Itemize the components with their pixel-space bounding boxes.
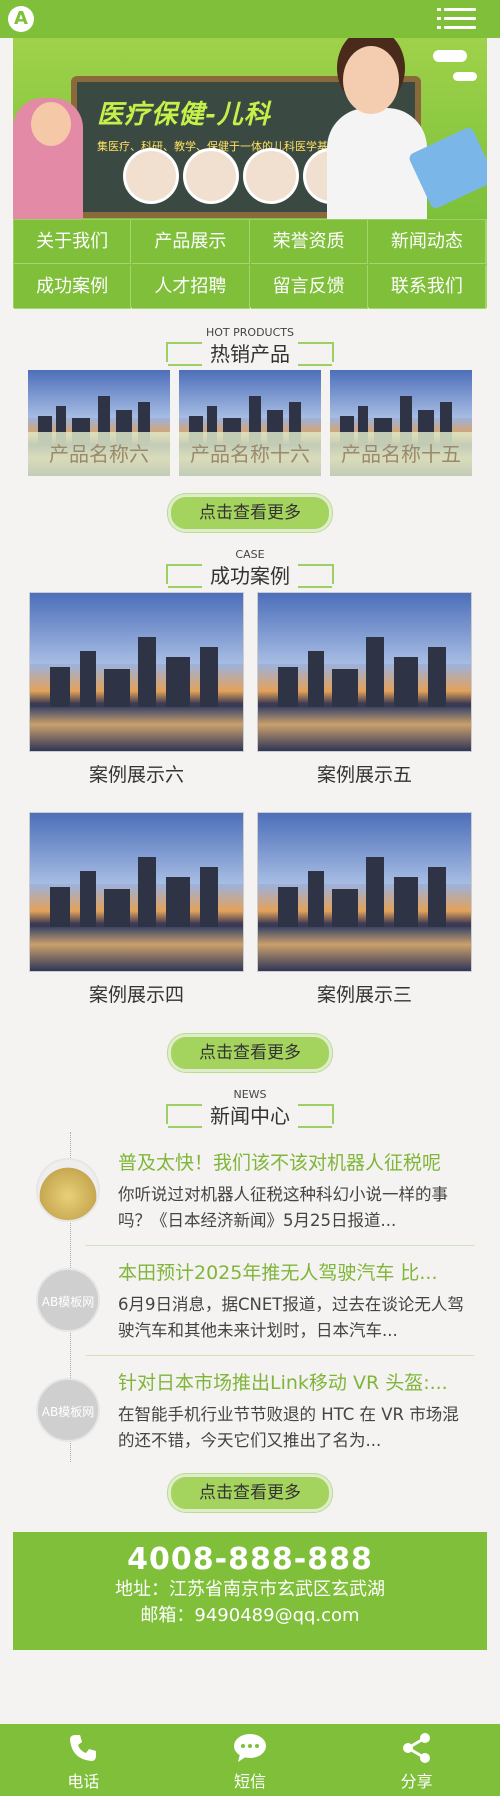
news-title[interactable]: 针对日本市场推出Link移动 VR 头盔:... bbox=[118, 1368, 474, 1395]
case-name: 案例展示三 bbox=[316, 984, 412, 1006]
product-name: 产品名称十六 bbox=[179, 432, 321, 476]
product-name: 产品名称十五 bbox=[330, 432, 472, 476]
banner[interactable]: 医疗保健-儿科 集医疗、科研、教学、保健于一体的儿科医学基地 bbox=[13, 38, 487, 219]
logo[interactable]: A bbox=[8, 6, 34, 32]
section-title-cn: 成功案例 bbox=[210, 564, 290, 588]
news-thumbnail: AB模板网 bbox=[36, 1268, 100, 1332]
case-name: 案例展示六 bbox=[88, 764, 184, 786]
nav-item-honors[interactable]: 荣誉资质 bbox=[250, 220, 368, 264]
case-card[interactable]: 案例展示四 bbox=[29, 812, 244, 1006]
news-title[interactable]: 普及太快！我们该不该对机器人征税呢 bbox=[118, 1148, 474, 1175]
product-card[interactable]: 产品名称十六 bbox=[179, 370, 321, 476]
nav-item-about[interactable]: 关于我们 bbox=[14, 220, 132, 264]
news-thumbnail: AB模板网 bbox=[36, 1378, 100, 1442]
call-button[interactable]: 电话 bbox=[0, 1724, 167, 1796]
case-card[interactable]: 案例展示六 bbox=[29, 592, 244, 786]
news-heading: NEWS 新闻中心 bbox=[0, 1088, 500, 1128]
nav-item-cases[interactable]: 成功案例 bbox=[14, 265, 132, 309]
case-card[interactable]: 案例展示三 bbox=[257, 812, 472, 1006]
nav-item-contact[interactable]: 联系我们 bbox=[368, 265, 486, 309]
call-label: 电话 bbox=[67, 1772, 100, 1791]
more-news-button[interactable]: 点击查看更多 bbox=[168, 1474, 332, 1512]
menu-icon[interactable] bbox=[444, 8, 476, 30]
more-products-button[interactable]: 点击查看更多 bbox=[168, 494, 332, 532]
nav-item-news[interactable]: 新闻动态 bbox=[368, 220, 486, 264]
product-card[interactable]: 产品名称十五 bbox=[330, 370, 472, 476]
main-nav: 关于我们 产品展示 荣誉资质 新闻动态 成功案例 人才招聘 留言反馈 联系我们 bbox=[13, 219, 487, 309]
message-icon bbox=[234, 1734, 266, 1762]
case-card[interactable]: 案例展示五 bbox=[257, 592, 472, 786]
nurse-figure bbox=[317, 38, 427, 219]
section-title-cn: 热销产品 bbox=[210, 342, 290, 366]
banner-title: 医疗保健-儿科 bbox=[97, 100, 271, 130]
cases-heading: CASE 成功案例 bbox=[0, 548, 500, 588]
email[interactable]: 邮箱：9490489@qq.com bbox=[13, 1603, 487, 1629]
sms-button[interactable]: 短信 bbox=[167, 1724, 334, 1796]
news-summary: 你听说过对机器人征税这种科幻小说一样的事吗？《日本经济新闻》5月25日报道... bbox=[118, 1185, 448, 1230]
case-image bbox=[29, 592, 244, 752]
contact-panel: 4008-888-888 地址：江苏省南京市玄武区玄武湖 邮箱：9490489@… bbox=[13, 1532, 487, 1650]
phone-number[interactable]: 4008-888-888 bbox=[13, 1542, 487, 1577]
product-card[interactable]: 产品名称六 bbox=[28, 370, 170, 476]
case-image bbox=[257, 812, 472, 972]
case-name: 案例展示五 bbox=[316, 764, 412, 786]
nav-item-products[interactable]: 产品展示 bbox=[132, 220, 250, 264]
hot-products-heading: HOT PRODUCTS 热销产品 bbox=[0, 326, 500, 366]
news-item[interactable]: 普及太快！我们该不该对机器人征税呢 你听说过对机器人征税这种科幻小说一样的事吗？… bbox=[0, 1136, 500, 1246]
news-summary: 6月9日消息，据CNET报道，过去在谈论无人驾驶汽车和其他未来计划时，日本汽车.… bbox=[118, 1295, 464, 1340]
bottom-toolbar: 电话 短信 分享 bbox=[0, 1724, 500, 1796]
share-icon bbox=[402, 1733, 430, 1763]
more-cases-button[interactable]: 点击查看更多 bbox=[168, 1034, 332, 1072]
news-title[interactable]: 本田预计2025年推无人驾驶汽车 比... bbox=[118, 1258, 474, 1285]
share-button[interactable]: 分享 bbox=[333, 1724, 500, 1796]
case-name: 案例展示四 bbox=[88, 984, 184, 1006]
news-summary: 在智能手机行业节节败退的 HTC 在 VR 市场混的还不错，今天它们又推出了名为… bbox=[118, 1405, 459, 1450]
nav-item-jobs[interactable]: 人才招聘 bbox=[132, 265, 250, 309]
top-bar: A bbox=[0, 0, 500, 38]
address: 地址：江苏省南京市玄武区玄武湖 bbox=[115, 1579, 385, 1600]
case-image bbox=[29, 812, 244, 972]
product-name: 产品名称六 bbox=[28, 432, 170, 476]
sms-label: 短信 bbox=[234, 1772, 267, 1791]
case-image bbox=[257, 592, 472, 752]
nav-item-feedback[interactable]: 留言反馈 bbox=[250, 265, 368, 309]
news-item[interactable]: AB模板网 本田预计2025年推无人驾驶汽车 比... 6月9日消息，据CNET… bbox=[0, 1246, 500, 1356]
share-label: 分享 bbox=[400, 1772, 433, 1791]
phone-icon bbox=[70, 1735, 97, 1761]
news-thumbnail bbox=[36, 1158, 100, 1222]
news-item[interactable]: AB模板网 针对日本市场推出Link移动 VR 头盔:... 在智能手机行业节节… bbox=[0, 1356, 500, 1466]
section-title-cn: 新闻中心 bbox=[210, 1104, 290, 1128]
